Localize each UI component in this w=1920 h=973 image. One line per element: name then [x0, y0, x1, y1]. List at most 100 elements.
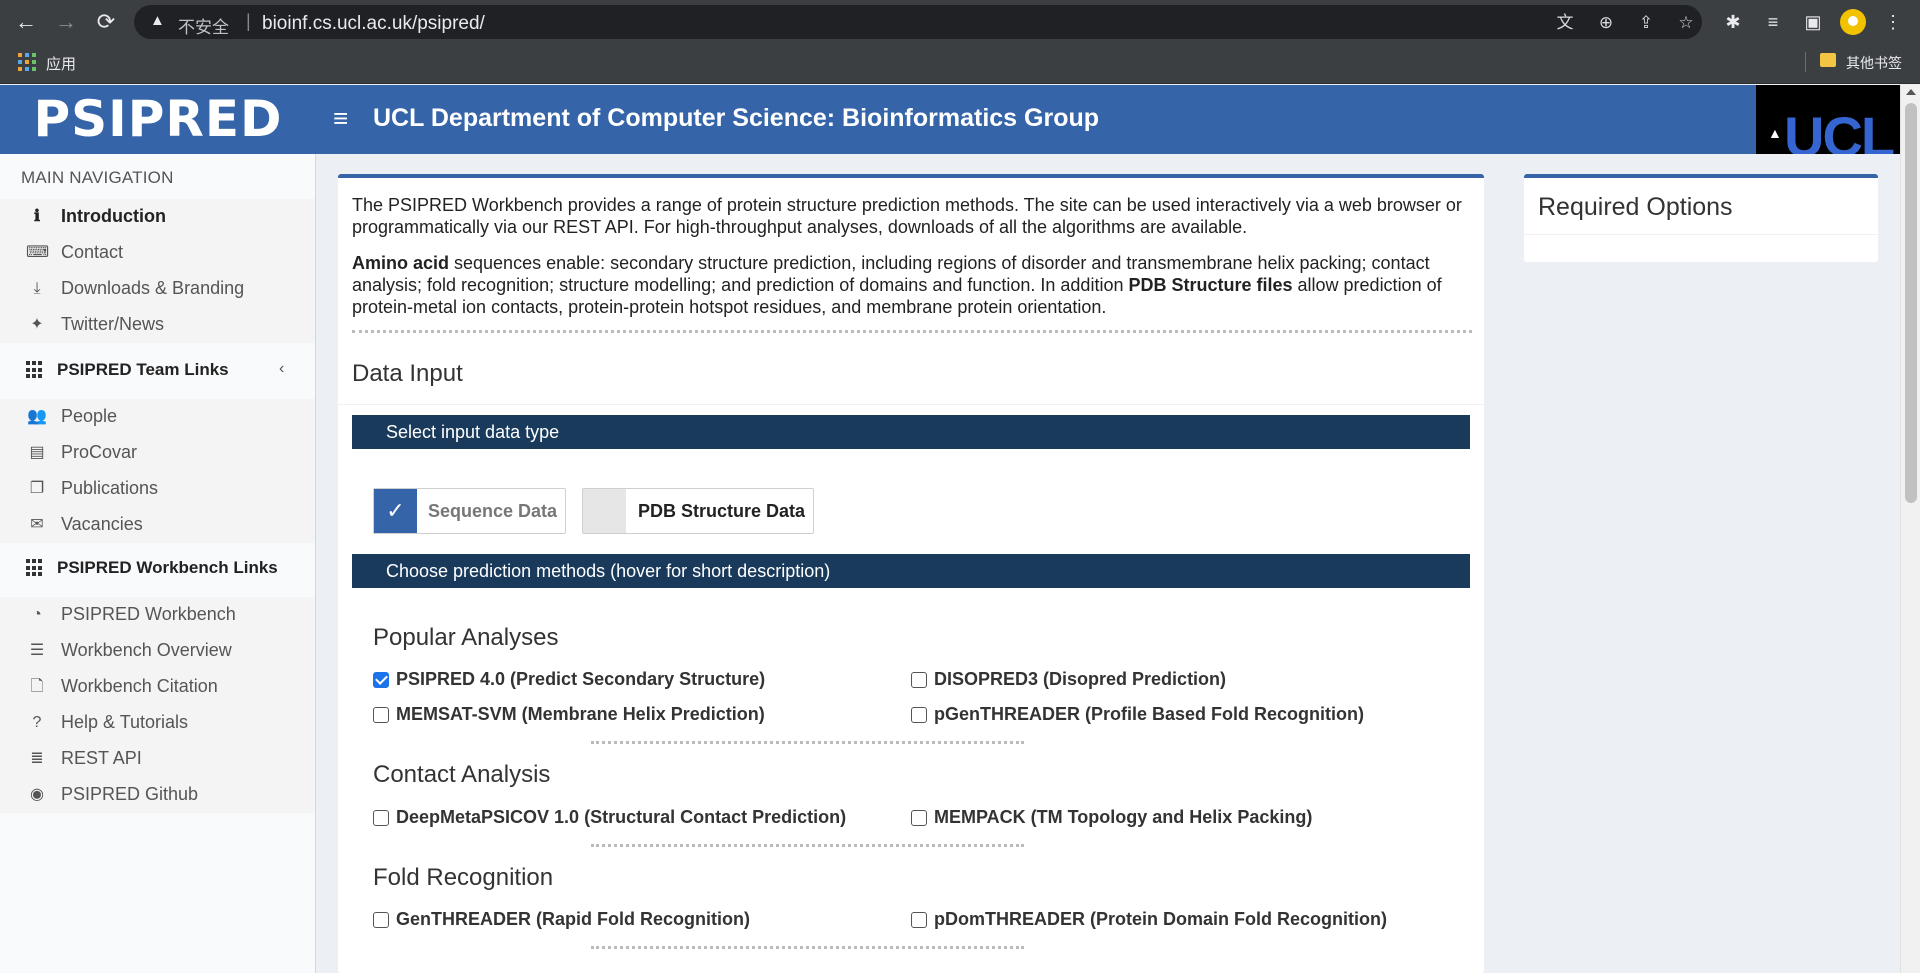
insecure-label[interactable]: 不安全 [178, 13, 229, 38]
data-input-title: Data Input [352, 360, 463, 387]
scroll-up-arrow-icon[interactable] [1906, 89, 1916, 95]
apps-label[interactable]: 应用 [46, 53, 76, 74]
users-icon: 👥 [27, 408, 47, 425]
disopred-checkbox[interactable] [911, 672, 927, 688]
hamburger-menu-icon[interactable]: ≡ [333, 103, 355, 133]
envelope-icon: ✉ [30, 516, 44, 533]
sidebar-item-label: Downloads & Branding [61, 278, 245, 298]
main-nav-group: ℹ Introduction ⌨ Contact ⤓ Downloads & B… [0, 199, 315, 343]
sidebar-item-psipred-workbench[interactable]: ◔ PSIPRED Workbench [0, 597, 315, 633]
toggle-knob [583, 489, 626, 533]
twitter-icon: ✦ [30, 316, 44, 333]
warning-icon[interactable]: ▲ [150, 12, 165, 29]
zoom-icon[interactable]: ⊕ [1594, 11, 1618, 35]
sidebar: MAIN NAVIGATION ℹ Introduction ⌨ Contact… [0, 154, 316, 973]
option-label: MEMPACK (TM Topology and Helix Packing) [934, 807, 1313, 827]
translate-icon[interactable]: 文 [1553, 11, 1577, 35]
sidebar-item-label: Twitter/News [61, 314, 165, 334]
apps-icon[interactable] [18, 53, 36, 71]
sidebar-item-label: Workbench Overview [61, 640, 232, 660]
keyboard-icon: ⌨ [26, 244, 50, 261]
option-label: DeepMetaPSICOV 1.0 (Structural Contact P… [396, 807, 847, 827]
deepmetapsicov-checkbox[interactable] [373, 810, 389, 826]
sidebar-item-psipred-github[interactable]: ◉ PSIPRED Github [0, 777, 315, 813]
forward-icon[interactable]: → [52, 8, 80, 36]
pdb-structure-data-label: PDB Structure Data [638, 501, 806, 521]
memsat-svm-checkbox[interactable] [373, 707, 389, 723]
pdb-structure-data-toggle[interactable]: PDB Structure Data [582, 488, 814, 534]
bookmarks-bar [0, 42, 1920, 84]
sidebar-item-label: Introduction [61, 206, 166, 226]
archive-icon: ▤ [29, 444, 45, 461]
side-panel-icon[interactable]: ▣ [1800, 9, 1826, 35]
address-bar[interactable]: ▲ 不安全 | bioinf.cs.ucl.ac.uk/psipred/ 文 ⊕… [134, 5, 1702, 39]
sequence-data-toggle[interactable]: ✓ Sequence Data [373, 488, 566, 534]
choose-methods-bar: Choose prediction methods (hover for sho… [352, 554, 1470, 588]
contact-analysis-title: Contact Analysis [373, 761, 551, 788]
intro-paragraph-1: The PSIPRED Workbench provides a range o… [352, 195, 1462, 237]
option-label: DISOPRED3 (Disopred Prediction) [934, 669, 1227, 689]
grid-icon [26, 559, 44, 577]
url-text[interactable]: bioinf.cs.ucl.ac.uk/psipred/ [262, 13, 485, 35]
mempack-checkbox[interactable] [911, 810, 927, 826]
profile-avatar[interactable] [1840, 9, 1866, 35]
sequence-data-label: Sequence Data [428, 501, 558, 521]
sidebar-item-workbench-citation[interactable]: 🗋 Workbench Citation [0, 669, 315, 705]
genthreader-checkbox[interactable] [373, 912, 389, 928]
browser-toolbar: ← → ⟳ ▲ 不安全 | bioinf.cs.ucl.ac.uk/psipre… [0, 0, 1920, 42]
sidebar-item-publications[interactable]: ❐ Publications [0, 471, 315, 507]
grid-icon [26, 361, 44, 379]
scroll-thumb[interactable] [1905, 103, 1917, 503]
file-icon: 🗋 [30, 678, 44, 695]
extensions-icon[interactable]: ✱ [1720, 9, 1746, 35]
book-icon: ❐ [29, 480, 45, 497]
sidebar-item-label: Contact [61, 242, 124, 262]
sidebar-item-workbench-overview[interactable]: ☰ Workbench Overview [0, 633, 315, 669]
divider [591, 741, 1024, 744]
browser-menu-icon[interactable]: ⋮ [1880, 9, 1906, 35]
question-icon: ? [32, 714, 42, 731]
sidebar-item-rest-api[interactable]: ≣ REST API [0, 741, 315, 777]
team-links-label: PSIPRED Team Links [57, 360, 229, 379]
divider [338, 404, 1484, 405]
workbench-links-toggle[interactable]: PSIPRED Workbench Links [0, 547, 315, 591]
bookmark-star-icon[interactable]: ☆ [1674, 11, 1698, 35]
sidebar-item-introduction[interactable]: ℹ Introduction [0, 199, 315, 235]
reading-list-icon[interactable]: ≡ [1760, 9, 1786, 35]
sidebar-item-label: Workbench Citation [61, 676, 218, 696]
sidebar-item-downloads[interactable]: ⤓ Downloads & Branding [0, 271, 315, 307]
sidebar-item-contact[interactable]: ⌨ Contact [0, 235, 315, 271]
sidebar-item-label: Help & Tutorials [61, 712, 189, 732]
other-bookmarks[interactable]: 其他书签 [1846, 53, 1902, 73]
pgenthreader-checkbox[interactable] [911, 707, 927, 723]
sidebar-item-procovar[interactable]: ▤ ProCovar [0, 435, 315, 471]
option-label: PSIPRED 4.0 (Predict Secondary Structure… [396, 669, 766, 689]
page-scrollbar[interactable] [1900, 85, 1920, 973]
sidebar-item-twitter-news[interactable]: ✦ Twitter/News [0, 307, 315, 343]
sidebar-item-label: Vacancies [61, 514, 143, 534]
sidebar-item-people[interactable]: 👥 People [0, 399, 315, 435]
share-icon[interactable]: ⇪ [1634, 11, 1658, 35]
ucl-logo[interactable]: ▲ UCL [1756, 85, 1900, 154]
select-input-type-bar: Select input data type [352, 415, 1470, 449]
sidebar-item-help-tutorials[interactable]: ? Help & Tutorials [0, 705, 315, 741]
dashboard-icon: ◔ [32, 606, 42, 623]
psipred-logo[interactable]: PSIPRED [0, 85, 316, 154]
sidebar-item-label: Publications [61, 478, 159, 498]
psipred-checkbox[interactable] [373, 672, 389, 688]
team-links-toggle[interactable]: PSIPRED Team Links ‹ [0, 349, 315, 393]
required-options-title: Required Options [1538, 193, 1733, 221]
main-navigation-header: MAIN NAVIGATION [21, 168, 174, 187]
server-icon: ≣ [30, 750, 44, 767]
reload-icon[interactable]: ⟳ [92, 8, 120, 36]
workbench-links-label: PSIPRED Workbench Links [57, 558, 278, 577]
sidebar-item-vacancies[interactable]: ✉ Vacancies [0, 507, 315, 543]
team-links-group: 👥 People ▤ ProCovar ❐ Publications ✉ Vac… [0, 399, 315, 543]
intro-text: The PSIPRED Workbench provides a range o… [352, 194, 1472, 332]
divider [591, 946, 1024, 949]
back-icon[interactable]: ← [12, 8, 40, 36]
popular-analyses-title: Popular Analyses [373, 624, 559, 651]
folder-icon[interactable] [1820, 53, 1836, 67]
pdomthreader-checkbox[interactable] [911, 912, 927, 928]
sidebar-item-label: REST API [61, 748, 142, 768]
